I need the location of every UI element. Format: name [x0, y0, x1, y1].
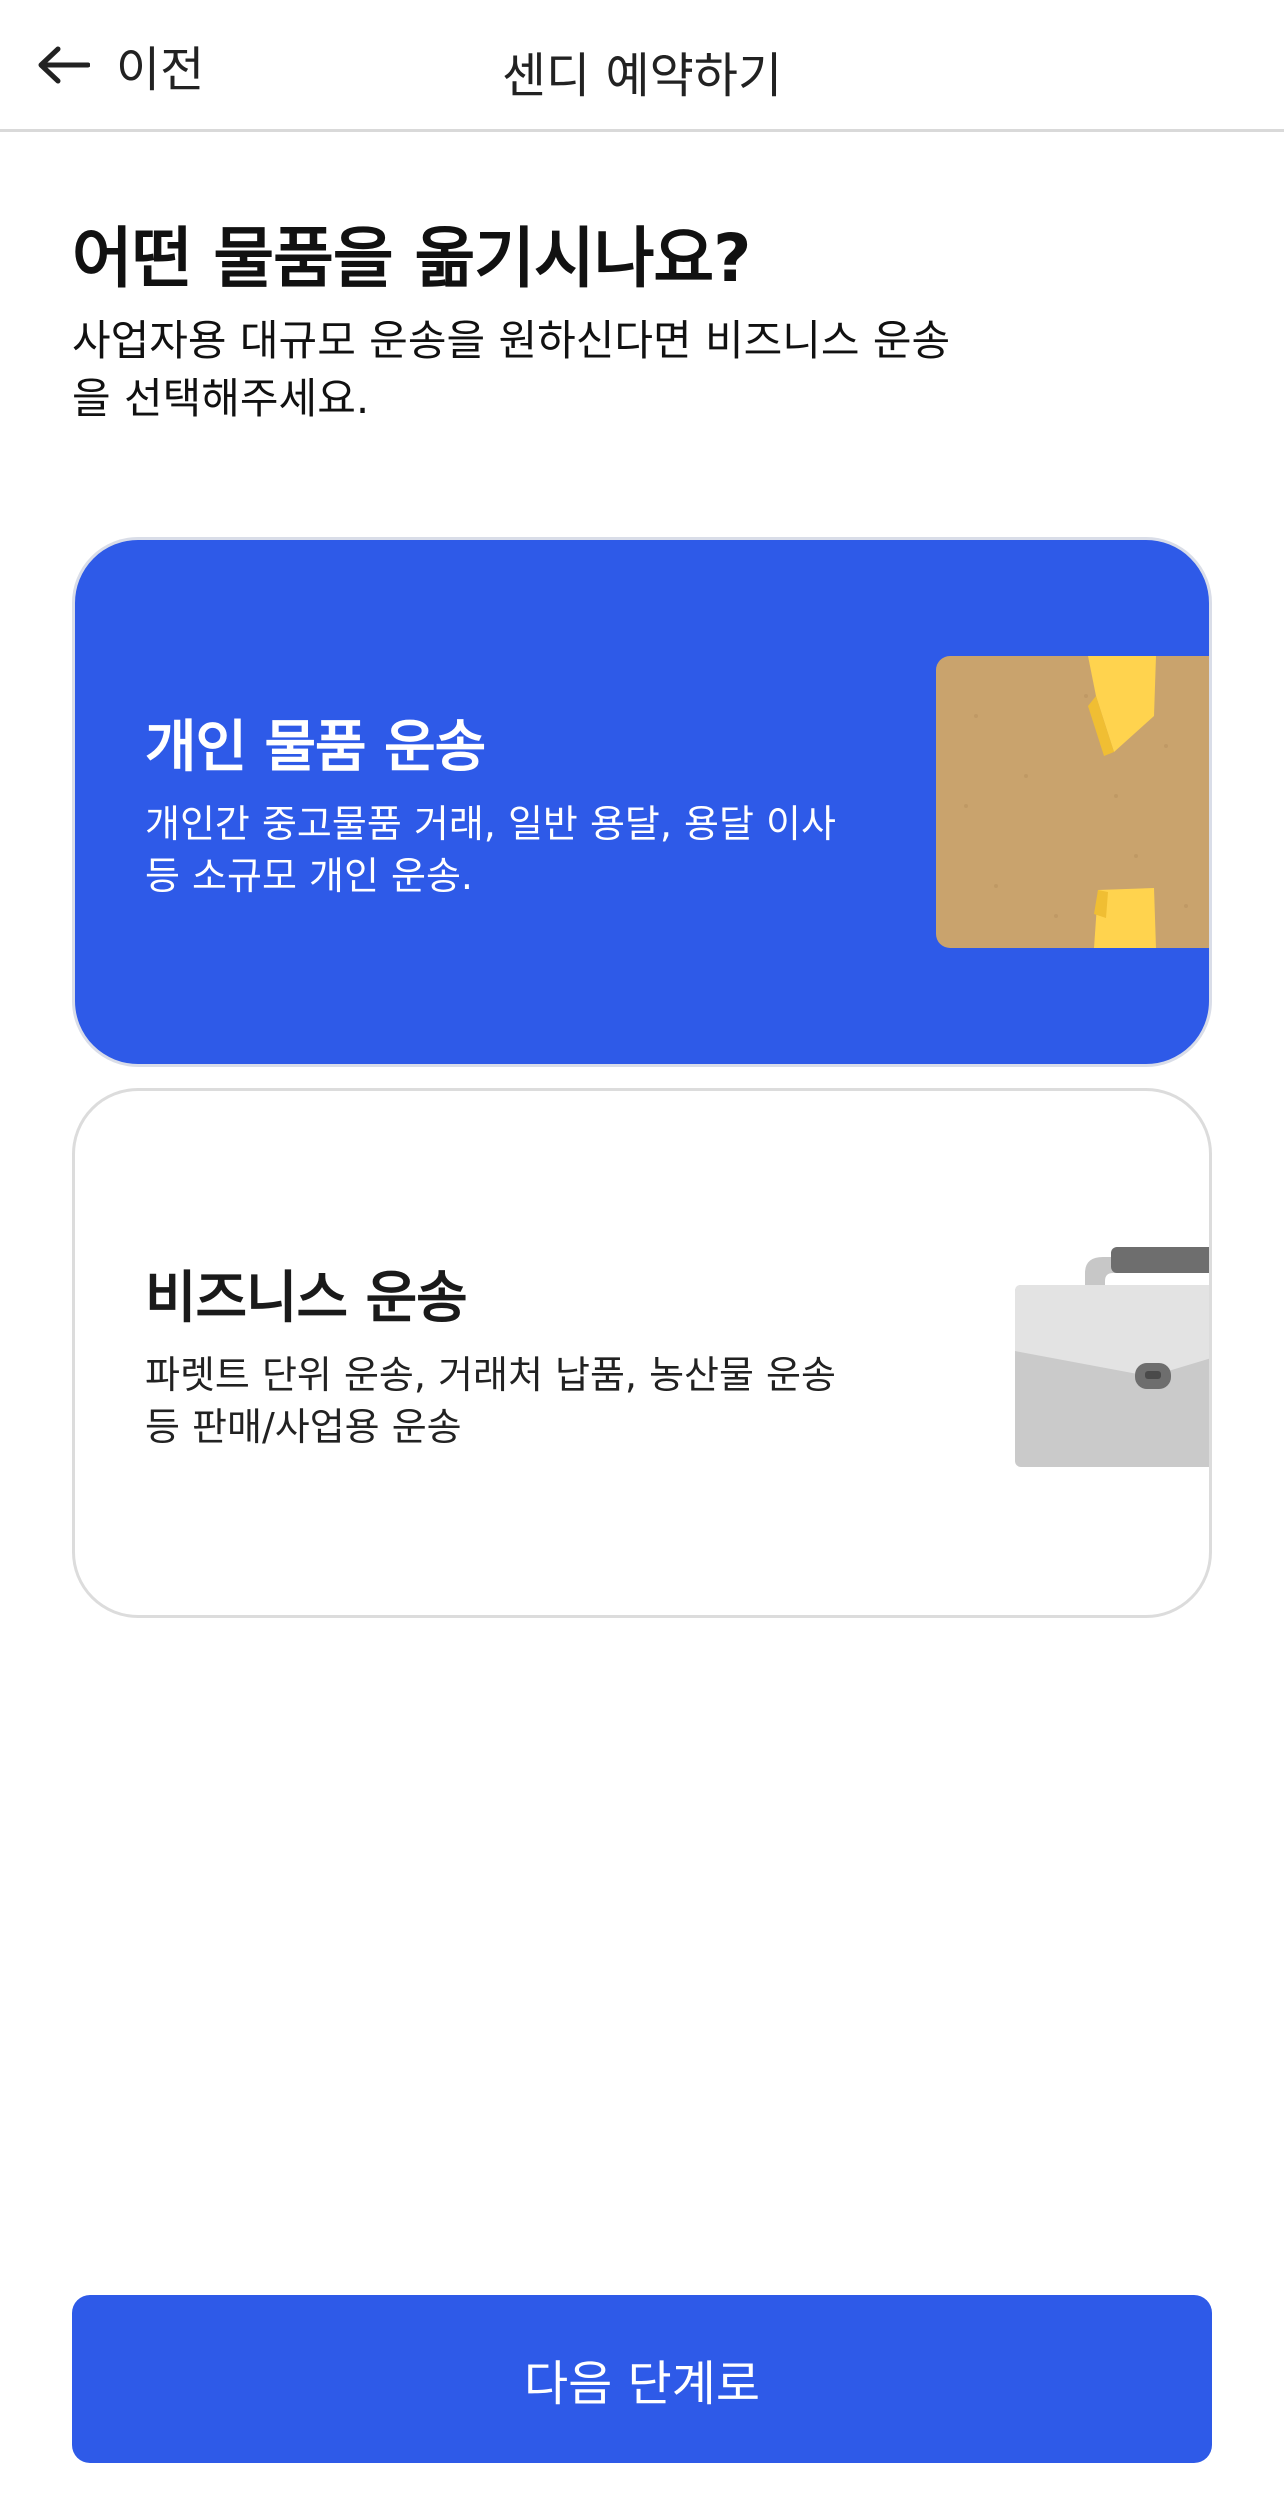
header-title: 센디 예약하기	[501, 48, 783, 104]
option-title: 개인 물품 운송	[145, 715, 486, 780]
option-business-transport[interactable]: 비즈니스 운송 파렛트 단위 운송, 거래처 납품, 농산물 운송 등 판매/사…	[72, 1088, 1212, 1618]
cardboard-box-icon	[936, 656, 1209, 948]
option-title: 비즈니스 운송	[145, 1266, 468, 1331]
option-description: 파렛트 단위 운송, 거래처 납품, 농산물 운송 등 판매/사업용 운송	[145, 1353, 836, 1449]
option-personal-transport[interactable]: 개인 물품 운송 개인간 중고물품 거래, 일반 용달, 용달 이사 등 소규모…	[72, 537, 1212, 1067]
page-description: 사업자용 대규모 운송을 원하신다면 비즈니스 운송을 선택해주세요.	[72, 316, 951, 423]
option-description: 개인간 중고물품 거래, 일반 용달, 용달 이사 등 소규모 개인 운송.	[145, 802, 836, 898]
page-title: 어떤 물품을 옮기시나요?	[72, 220, 751, 297]
next-step-button[interactable]: 다음 단계로	[72, 2295, 1212, 2463]
briefcase-icon	[1015, 1247, 1209, 1467]
top-bar: 이전 센디 예약하기	[0, 0, 1284, 132]
